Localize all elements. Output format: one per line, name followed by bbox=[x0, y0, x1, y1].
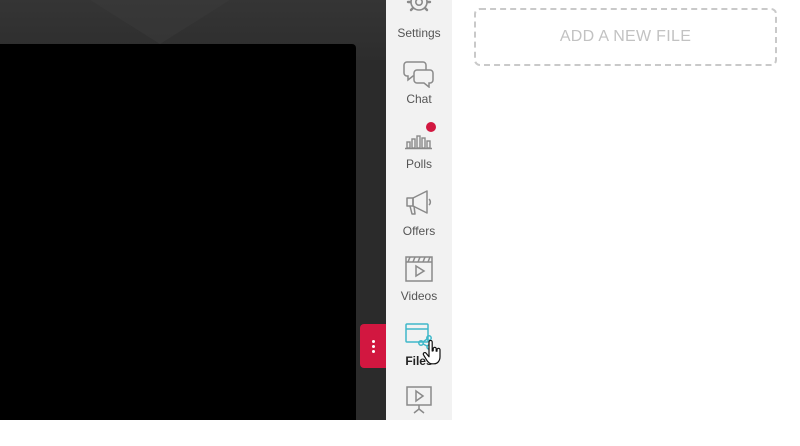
files-panel: ADD A NEW FILE bbox=[452, 0, 800, 420]
video-clapper-icon bbox=[405, 256, 433, 282]
bar-chart-icon bbox=[405, 135, 432, 150]
sidebar-item-presentation[interactable] bbox=[386, 384, 452, 446]
chat-bubbles-icon bbox=[403, 61, 434, 88]
sidebar-item-label: Polls bbox=[405, 157, 432, 171]
gear-icon bbox=[406, 0, 432, 12]
sidebar-item-settings[interactable]: Settings bbox=[386, 0, 452, 54]
presentation-icon bbox=[406, 386, 432, 414]
dot-icon bbox=[371, 344, 375, 348]
sidebar-item-files[interactable]: Files bbox=[386, 318, 452, 380]
sidebar-item-polls[interactable]: Polls bbox=[386, 120, 452, 182]
more-options-button[interactable] bbox=[360, 324, 386, 368]
sidebar-item-label: Offers bbox=[402, 224, 436, 238]
hand-pointer-cursor-icon bbox=[422, 340, 441, 365]
sidebar-item-videos[interactable]: Videos bbox=[386, 252, 452, 314]
sidebar-item-label: Videos bbox=[400, 289, 438, 303]
dot-icon bbox=[371, 339, 375, 343]
stage-decoration bbox=[90, 0, 230, 44]
video-stage bbox=[0, 0, 386, 420]
sidebar: Settings Chat Polls Offers Videos Files bbox=[386, 0, 452, 420]
megaphone-icon bbox=[406, 190, 432, 215]
video-player[interactable] bbox=[0, 44, 356, 420]
sidebar-item-offers[interactable]: Offers bbox=[386, 186, 452, 248]
sidebar-item-label: Files bbox=[405, 354, 433, 368]
add-new-file-button[interactable]: ADD A NEW FILE bbox=[474, 8, 777, 66]
sidebar-item-chat[interactable]: Chat bbox=[386, 56, 452, 118]
dot-icon bbox=[371, 349, 375, 353]
sidebar-item-label: Settings bbox=[397, 26, 441, 40]
sidebar-item-label: Chat bbox=[406, 92, 432, 106]
